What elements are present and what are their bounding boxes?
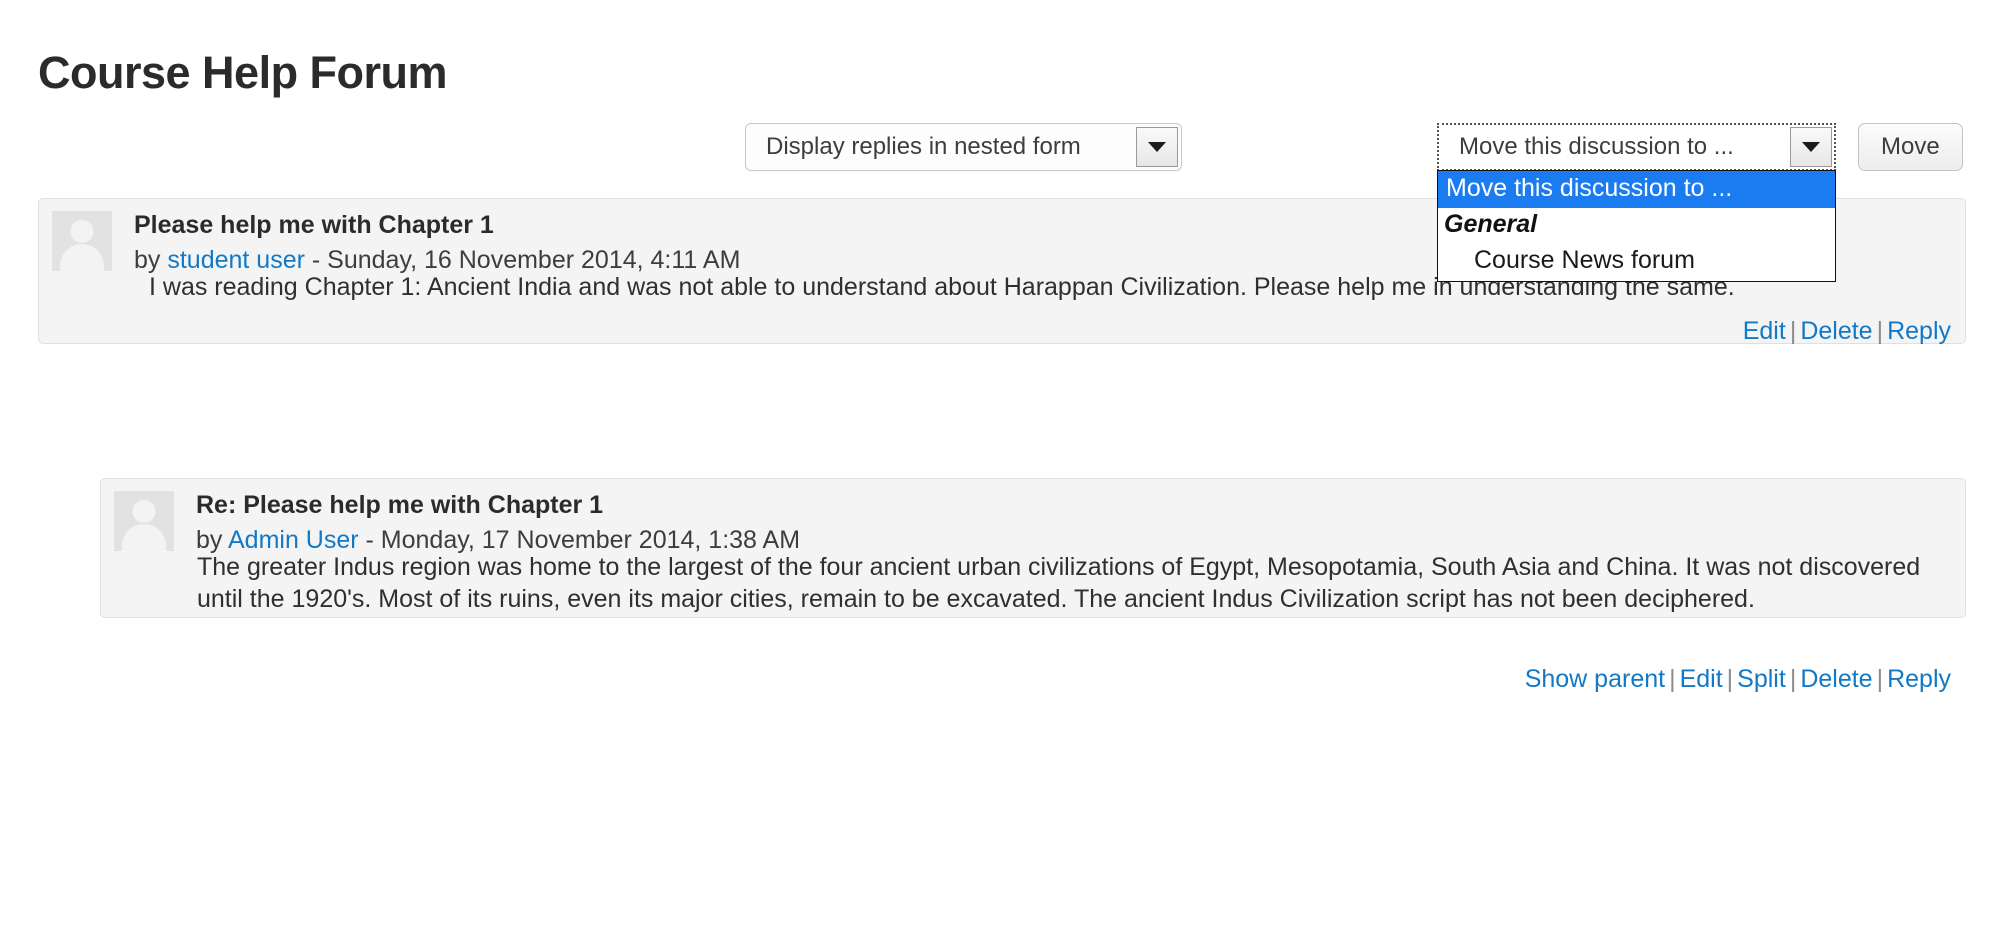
display-mode-select-value: Display replies in nested form <box>766 133 1081 160</box>
user-avatar-placeholder-icon[interactable] <box>52 211 112 271</box>
page-title: Course Help Forum <box>38 47 448 99</box>
chevron-down-icon[interactable] <box>1790 127 1832 167</box>
post-action-split[interactable]: Split <box>1737 665 1786 693</box>
post-subject: Re: Please help me with Chapter 1 <box>196 491 604 519</box>
avatar-head-shape <box>132 500 156 523</box>
post-action-edit[interactable]: Edit <box>1743 317 1786 345</box>
caret-shape <box>1148 142 1166 152</box>
user-avatar-placeholder-icon[interactable] <box>114 491 174 551</box>
caret-shape <box>1802 142 1820 152</box>
byline-prefix: by <box>196 526 228 554</box>
post-header: Re: Please help me with Chapter 1 by Adm… <box>114 491 800 558</box>
chevron-down-icon[interactable] <box>1136 127 1178 167</box>
action-separator: | <box>1789 317 1797 345</box>
post-action-reply[interactable]: Reply <box>1887 317 1951 345</box>
post-author-link[interactable]: Admin User <box>228 526 359 554</box>
post-body: The greater Indus region was home to the… <box>197 553 1921 613</box>
byline-suffix: - Sunday, 16 November 2014, 4:11 AM <box>304 246 741 274</box>
post-header-text: Re: Please help me with Chapter 1 by Adm… <box>196 491 800 558</box>
byline-suffix: - Monday, 17 November 2014, 1:38 AM <box>358 526 801 554</box>
move-button[interactable]: Move <box>1858 123 1963 171</box>
post-header: Please help me with Chapter 1 by student… <box>52 211 740 278</box>
post-author-link[interactable]: student user <box>167 246 305 274</box>
action-separator: | <box>1669 665 1676 693</box>
byline-prefix: by <box>134 246 168 274</box>
forum-post-reply: Re: Please help me with Chapter 1 by Adm… <box>100 478 1966 693</box>
avatar-body-shape <box>60 244 104 271</box>
avatar-body-shape <box>122 524 166 551</box>
post-actions: Edit | Delete | Reply <box>1743 317 1951 346</box>
forum-controls-row: Display replies in nested form Move this… <box>0 120 1998 282</box>
post-header-text: Please help me with Chapter 1 by student… <box>134 211 740 278</box>
post-action-delete[interactable]: Delete <box>1800 317 1872 345</box>
action-separator: | <box>1789 665 1797 693</box>
avatar-head-shape <box>70 220 94 243</box>
post-subject: Please help me with Chapter 1 <box>134 211 494 239</box>
post-action-reply[interactable]: Reply <box>1887 665 1951 693</box>
post-actions: Show parent | Edit | Split | Delete | Reply <box>1525 665 1951 694</box>
action-separator: | <box>1726 665 1734 693</box>
action-separator: | <box>1876 665 1884 693</box>
move-discussion-dropdown-list[interactable]: Move this discussion to ... General Cour… <box>1437 170 1836 282</box>
dropdown-optgroup-general: General <box>1444 210 1538 238</box>
dropdown-option-course-news-forum[interactable]: Course News forum <box>1438 243 1835 280</box>
move-discussion-select-value: Move this discussion to ... <box>1459 133 1734 160</box>
post-action-delete[interactable]: Delete <box>1800 665 1872 693</box>
move-discussion-select[interactable]: Move this discussion to ... <box>1437 123 1836 171</box>
action-separator: | <box>1876 317 1884 345</box>
post-action-edit[interactable]: Edit <box>1680 665 1723 693</box>
post-action-show-parent[interactable]: Show parent <box>1525 665 1665 693</box>
dropdown-option-placeholder[interactable]: Move this discussion to ... <box>1438 171 1835 208</box>
display-mode-select[interactable]: Display replies in nested form <box>745 123 1182 171</box>
